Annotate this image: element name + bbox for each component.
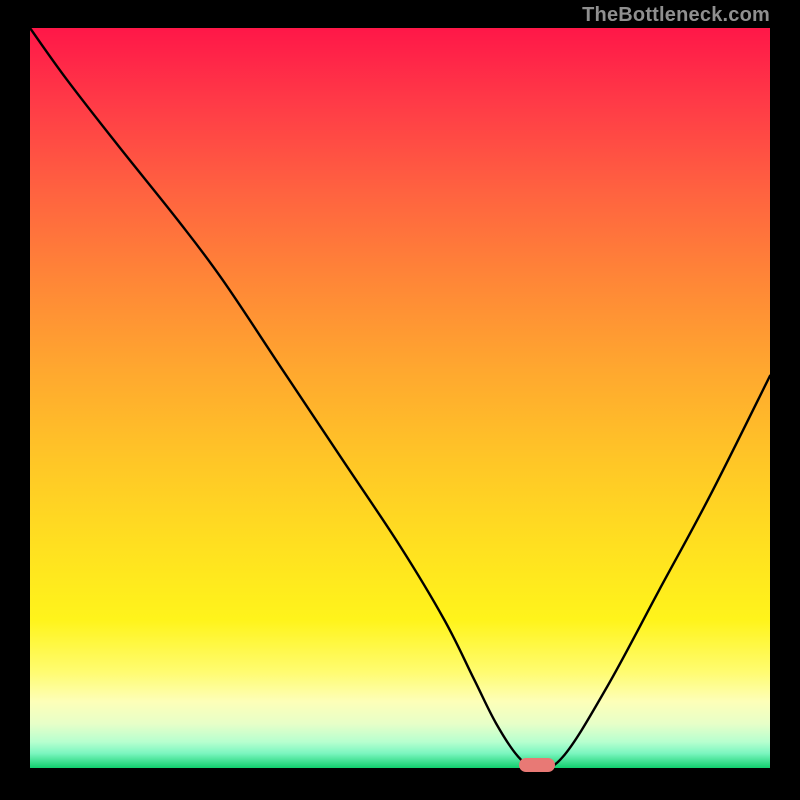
chart-stage: TheBottleneck.com [0, 0, 800, 800]
bottleneck-curve [30, 28, 770, 768]
optimal-marker [519, 758, 555, 772]
watermark-text: TheBottleneck.com [582, 4, 770, 27]
plot-area [30, 28, 770, 768]
